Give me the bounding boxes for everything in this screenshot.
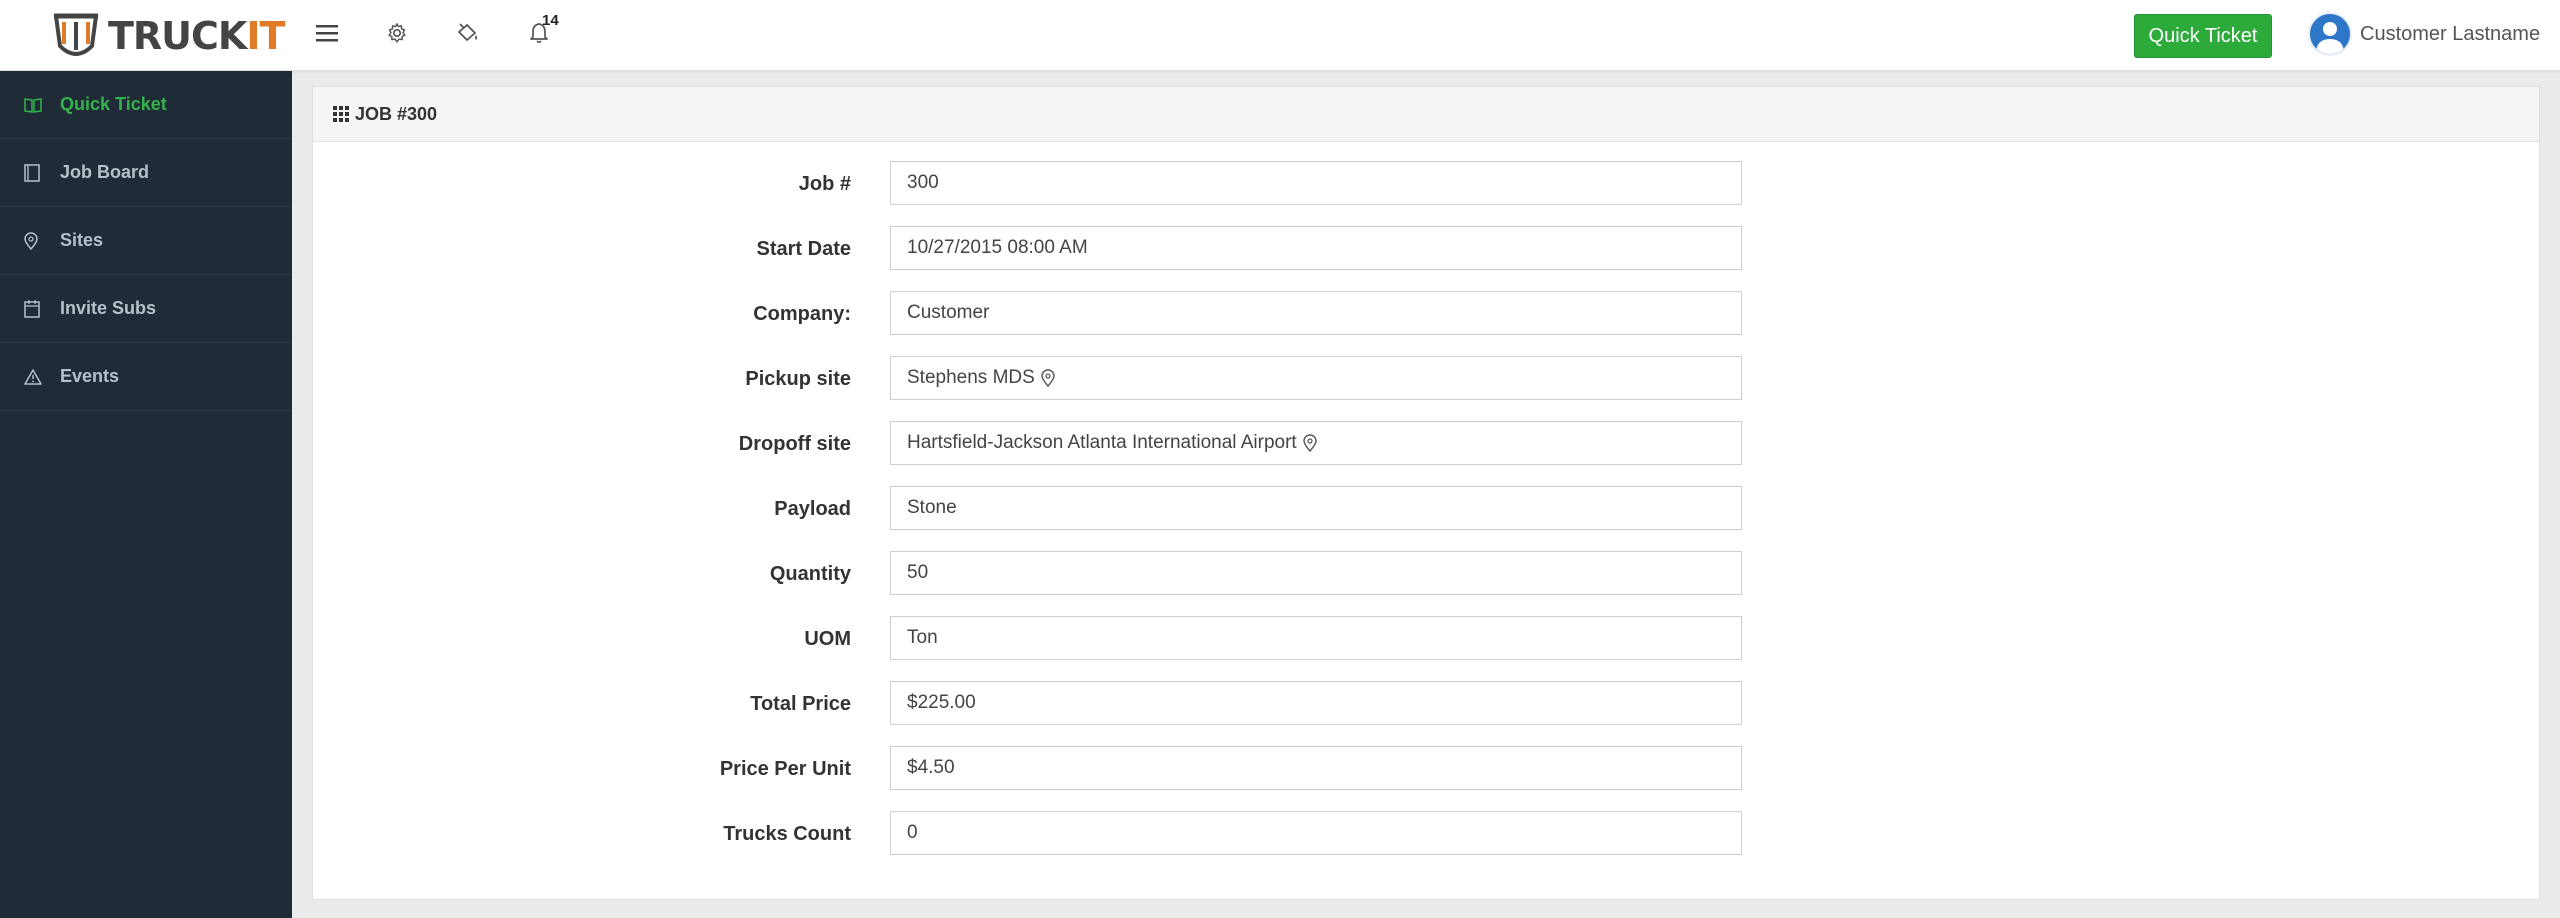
company-field[interactable]: Customer	[890, 291, 1742, 335]
sidebar: Quick Ticket Job Board Sites Invite Subs…	[0, 71, 292, 918]
user-menu[interactable]: Customer Lastname	[2308, 12, 2540, 56]
field-value: 0	[907, 822, 918, 843]
map-pin-icon	[24, 231, 42, 251]
form-row-total-price: Total Price $225.00	[313, 681, 2539, 727]
payload-field[interactable]: Stone	[890, 486, 1742, 530]
field-label: Dropoff site	[738, 433, 851, 455]
total-price-field[interactable]: $225.00	[890, 681, 1742, 725]
top-header: TRUCKIT 14 Quick Ticket Customer Lastnam…	[0, 0, 2560, 71]
quick-ticket-button[interactable]: Quick Ticket	[2134, 14, 2272, 58]
form-row-trucks-count: Trucks Count 0	[313, 811, 2539, 857]
notification-badge: 14	[542, 12, 559, 29]
start-date-field[interactable]: 10/27/2015 08:00 AM	[890, 226, 1742, 270]
field-label: Price Per Unit	[719, 758, 851, 780]
form-row-price-per-unit: Price Per Unit $4.50	[313, 746, 2539, 792]
job-panel: JOB #300 Job # 300 Start Date 10/27/2015…	[312, 86, 2540, 900]
uom-field[interactable]: Ton	[890, 616, 1742, 660]
field-label: Pickup site	[745, 368, 851, 390]
job-number-field[interactable]: 300	[890, 161, 1742, 205]
page-title: JOB #300	[355, 103, 438, 124]
sidebar-item-events[interactable]: Events	[0, 343, 292, 411]
sidebar-item-label: Sites	[60, 230, 104, 250]
grid-icon	[333, 106, 349, 122]
sidebar-item-quick-ticket[interactable]: Quick Ticket	[0, 71, 292, 139]
field-label: Company:	[753, 303, 851, 325]
quantity-field[interactable]: 50	[890, 551, 1742, 595]
trucks-count-field[interactable]: 0	[890, 811, 1742, 855]
form-row-dropoff-site: Dropoff site Hartsfield-Jackson Atlanta …	[313, 421, 2539, 467]
field-label: Job #	[798, 173, 851, 195]
sidebar-item-job-board[interactable]: Job Board	[0, 139, 292, 207]
field-label: Total Price	[750, 693, 851, 715]
map-pin-icon[interactable]	[1303, 434, 1317, 452]
field-value: $4.50	[907, 757, 955, 778]
field-value: 50	[907, 562, 929, 583]
form-row-payload: Payload Stone	[313, 486, 2539, 532]
form-row-quantity: Quantity 50	[313, 551, 2539, 597]
document-icon	[24, 163, 42, 183]
dropoff-site-field[interactable]: Hartsfield-Jackson Atlanta International…	[890, 421, 1742, 465]
pickup-site-field[interactable]: Stephens MDS	[890, 356, 1742, 400]
menu-icon[interactable]	[310, 16, 344, 50]
truck-logo-icon	[53, 13, 99, 56]
paint-bucket-icon[interactable]	[451, 16, 485, 50]
calendar-icon	[24, 299, 42, 319]
field-value: 10/27/2015 08:00 AM	[907, 237, 1088, 258]
sidebar-item-label: Events	[60, 366, 120, 386]
sidebar-item-label: Invite Subs	[60, 298, 157, 318]
form-row-start-date: Start Date 10/27/2015 08:00 AM	[313, 226, 2539, 272]
field-value: Stephens MDS	[907, 367, 1035, 388]
field-value: Hartsfield-Jackson Atlanta International…	[907, 432, 1297, 453]
gear-icon[interactable]	[380, 16, 414, 50]
field-label: Quantity	[769, 563, 851, 585]
sidebar-item-invite-subs[interactable]: Invite Subs	[0, 275, 292, 343]
warning-icon	[24, 367, 42, 387]
logo-text: TRUCKIT	[108, 14, 285, 58]
map-pin-icon[interactable]	[1041, 369, 1055, 387]
form-row-pickup-site: Pickup site Stephens MDS	[313, 356, 2539, 402]
field-label: UOM	[804, 628, 851, 650]
field-value: 300	[907, 172, 939, 193]
field-value: Stone	[907, 497, 957, 518]
sidebar-item-label: Job Board	[60, 162, 150, 182]
form-row-uom: UOM Ton	[313, 616, 2539, 662]
field-label: Start Date	[756, 238, 851, 260]
avatar	[2308, 12, 2352, 56]
user-name: Customer Lastname	[2360, 22, 2541, 45]
field-value: Customer	[907, 302, 990, 323]
truckit-logo[interactable]: TRUCKIT	[52, 10, 285, 62]
panel-header: JOB #300	[313, 87, 2539, 142]
field-value: $225.00	[907, 692, 976, 713]
field-label: Payload	[774, 498, 851, 520]
sidebar-item-label: Quick Ticket	[60, 94, 167, 114]
sidebar-item-sites[interactable]: Sites	[0, 207, 292, 275]
form-row-company: Company: Customer	[313, 291, 2539, 337]
price-per-unit-field[interactable]: $4.50	[890, 746, 1742, 790]
form-row-job-number: Job # 300	[313, 161, 2539, 207]
field-value: Ton	[907, 627, 938, 648]
field-label: Trucks Count	[723, 823, 851, 845]
book-icon	[24, 95, 42, 115]
